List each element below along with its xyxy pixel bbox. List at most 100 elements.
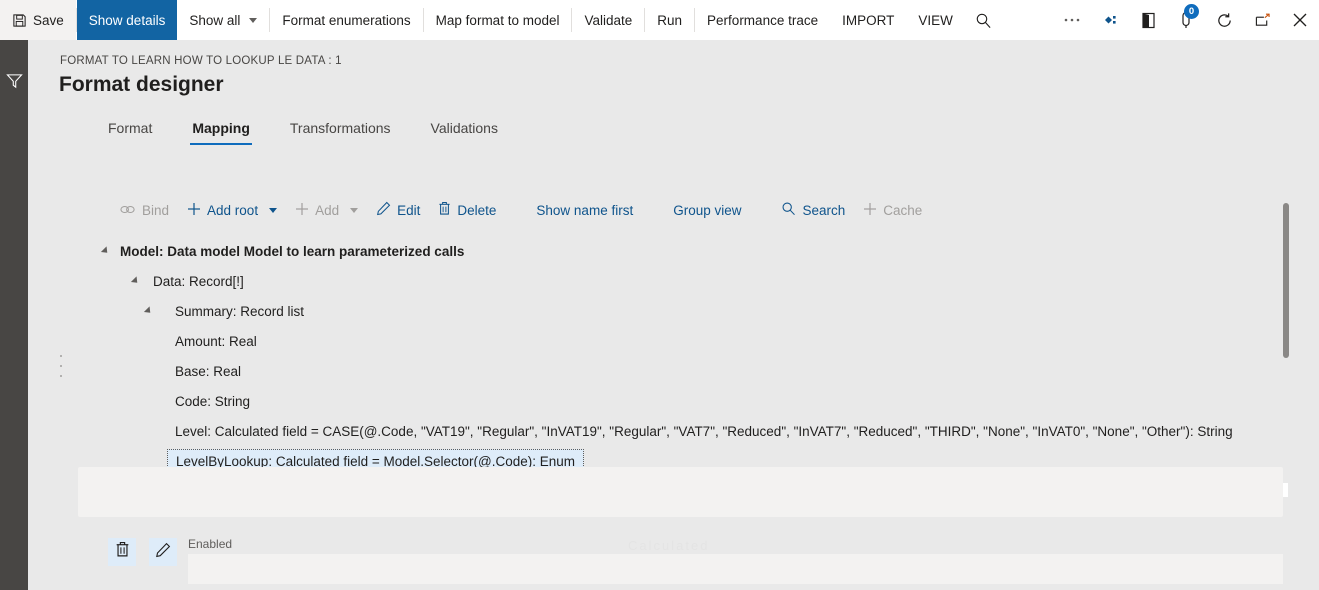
delete-field-button[interactable]	[108, 538, 136, 566]
notifications-button[interactable]: 0	[1167, 0, 1205, 40]
page-title: Format designer	[59, 73, 224, 97]
show-name-first-label: Show name first	[536, 203, 633, 218]
search-button[interactable]: Search	[772, 197, 854, 223]
chevron-down-icon	[249, 18, 257, 23]
ellipsis-icon	[1063, 17, 1081, 23]
search-label: Search	[802, 203, 845, 218]
view-menu[interactable]: VIEW	[906, 0, 965, 40]
tab-validations-label: Validations	[431, 120, 498, 136]
tree-row-summary[interactable]: Summary: Record list	[88, 296, 1313, 326]
dot	[60, 355, 62, 357]
cache-button[interactable]: Cache	[854, 198, 931, 223]
show-all-dropdown[interactable]: Show all	[177, 0, 269, 40]
delete-button[interactable]: Delete	[429, 197, 505, 223]
chevron-down-icon	[350, 208, 358, 213]
refresh-icon	[1216, 12, 1233, 29]
save-button[interactable]: Save	[0, 0, 76, 40]
expand-collapse-icon[interactable]	[142, 305, 154, 317]
settings-diamond-icon	[1100, 13, 1120, 27]
tree-vertical-scrollbar[interactable]	[1280, 200, 1292, 400]
expand-collapse-icon[interactable]	[99, 245, 111, 257]
detail-pane	[78, 467, 1283, 517]
filter-icon	[6, 76, 23, 93]
plus-icon	[187, 202, 201, 219]
format-designer-window: Save Show details Show all Format enumer…	[0, 0, 1319, 590]
filter-button[interactable]	[6, 73, 23, 94]
add-root-label: Add root	[207, 203, 258, 218]
enabled-field-input[interactable]	[188, 554, 1283, 584]
tree-row-label: Amount: Real	[175, 334, 257, 349]
plus-icon	[863, 202, 877, 219]
show-name-first-button[interactable]: Show name first	[527, 199, 642, 222]
tab-transformations-label: Transformations	[290, 120, 391, 136]
format-enumerations-button[interactable]: Format enumerations	[270, 0, 422, 40]
open-in-new-window-button[interactable]	[1243, 0, 1281, 40]
breadcrumb: FORMAT TO LEARN HOW TO LOOKUP LE DATA : …	[60, 55, 342, 67]
tab-format[interactable]: Format	[88, 114, 172, 145]
tab-validations[interactable]: Validations	[411, 114, 518, 145]
show-details-button[interactable]: Show details	[77, 0, 178, 40]
close-button[interactable]	[1281, 0, 1319, 40]
toolbar-spacer	[1003, 0, 1053, 40]
pencil-icon	[376, 201, 391, 219]
search-button[interactable]	[965, 0, 1003, 40]
performance-trace-button[interactable]: Performance trace	[695, 0, 830, 40]
tab-mapping[interactable]: Mapping	[172, 114, 270, 145]
field-editor-row: Enabled	[78, 530, 1283, 590]
import-label: IMPORT	[842, 13, 894, 28]
show-details-label: Show details	[89, 13, 166, 28]
settings-button[interactable]	[1091, 0, 1129, 40]
tree-row-label: Summary: Record list	[175, 304, 304, 319]
add-button[interactable]: Add	[286, 198, 367, 223]
map-format-to-model-button[interactable]: Map format to model	[424, 0, 572, 40]
tree-row-base[interactable]: Base: Real	[88, 356, 1313, 386]
top-right-actions: 0	[1053, 0, 1319, 40]
overflow-button[interactable]	[1053, 0, 1091, 40]
refresh-button[interactable]	[1205, 0, 1243, 40]
tree-row-label: Code: String	[175, 394, 250, 409]
tree-row-code[interactable]: Code: String	[88, 386, 1313, 416]
group-view-label: Group view	[673, 203, 741, 218]
performance-trace-label: Performance trace	[707, 13, 818, 28]
save-icon	[12, 13, 27, 28]
close-icon	[1292, 12, 1308, 28]
add-root-button[interactable]: Add root	[178, 198, 286, 223]
save-label: Save	[33, 13, 64, 28]
validate-button[interactable]: Validate	[572, 0, 644, 40]
edit-button[interactable]: Edit	[367, 197, 429, 223]
open-in-new-window-icon	[1254, 13, 1271, 28]
add-label: Add	[315, 203, 339, 218]
row-drag-handle[interactable]	[58, 355, 64, 377]
edit-label: Edit	[397, 203, 420, 218]
tree-row-level[interactable]: Level: Calculated field = CASE(@.Code, "…	[88, 416, 1313, 446]
tree-row-label: Data: Record[!]	[153, 274, 244, 289]
dot	[60, 365, 62, 367]
expand-collapse-icon[interactable]	[129, 275, 141, 287]
tab-transformations[interactable]: Transformations	[270, 114, 411, 145]
tree-row-model[interactable]: Model: Data model Model to learn paramet…	[88, 236, 1313, 266]
import-menu[interactable]: IMPORT	[830, 0, 906, 40]
help-button[interactable]	[1129, 0, 1167, 40]
tree-row-label: Level: Calculated field = CASE(@.Code, "…	[175, 424, 1233, 439]
notification-count-badge: 0	[1184, 4, 1199, 19]
scrollbar-thumb[interactable]	[1283, 203, 1289, 358]
tree-row-label: Model: Data model Model to learn paramet…	[120, 244, 464, 259]
help-book-icon	[1141, 12, 1156, 29]
edit-field-button[interactable]	[149, 538, 177, 566]
tree-row-amount[interactable]: Amount: Real	[88, 326, 1313, 356]
trash-icon	[115, 541, 130, 563]
enabled-field-label: Enabled	[188, 537, 232, 551]
trash-icon	[438, 201, 451, 219]
search-icon	[975, 12, 992, 29]
tree-row-label: Base: Real	[175, 364, 241, 379]
tab-mapping-label: Mapping	[192, 120, 250, 136]
tree-row-data[interactable]: Data: Record[!]	[88, 266, 1313, 296]
bind-button[interactable]: Bind	[111, 199, 178, 222]
validate-label: Validate	[584, 13, 632, 28]
left-navigation-rail	[0, 40, 28, 590]
map-format-to-model-label: Map format to model	[436, 13, 560, 28]
tab-strip: Format Mapping Transformations Validatio…	[88, 114, 518, 145]
run-button[interactable]: Run	[645, 0, 694, 40]
show-all-label: Show all	[189, 13, 240, 28]
group-view-button[interactable]: Group view	[664, 199, 750, 222]
